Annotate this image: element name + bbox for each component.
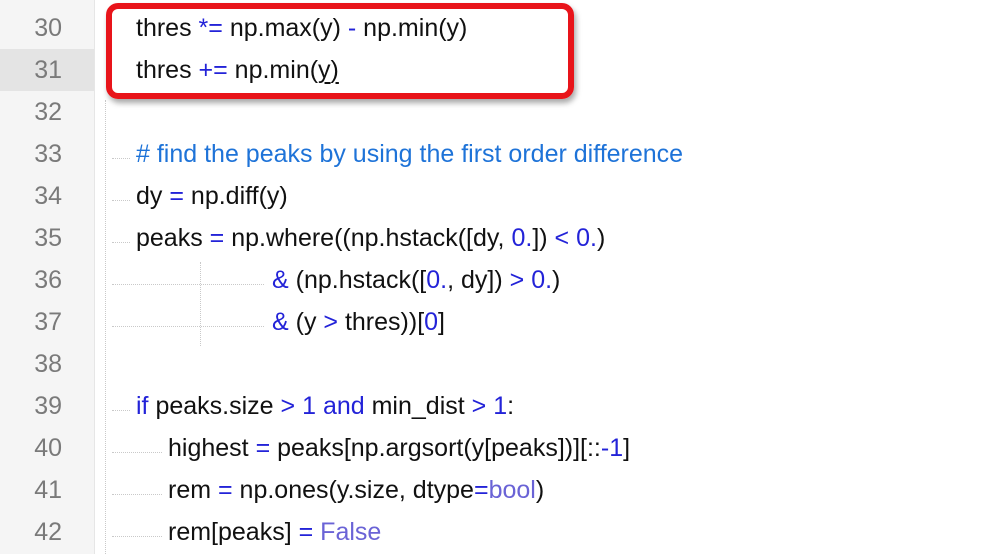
code-line-35[interactable]: 35 peaks = np.where((np.hstack([dy, 0.])… xyxy=(0,217,992,259)
code-line-32[interactable]: 32 xyxy=(0,91,992,133)
code-token: rem[peaks] xyxy=(168,518,299,546)
operator-token: = xyxy=(218,476,233,504)
code-text[interactable]: rem = np.ones(y.size, dtype=bool) xyxy=(168,469,544,511)
code-token: np.min(y) xyxy=(356,14,468,42)
line-number: 31 xyxy=(0,49,94,91)
line-number: 36 xyxy=(34,266,62,294)
line-number: 37 xyxy=(34,308,62,336)
code-editor: 30 thres *= np.max(y) - np.min(y) 31 thr… xyxy=(0,0,992,554)
code-text[interactable]: dy = np.diff(y) xyxy=(136,175,288,217)
code-token: peaks[np.argsort(y[peaks])][:: xyxy=(270,434,601,462)
code-token: np.where((np.hstack([dy, xyxy=(224,224,512,252)
line-number: 32 xyxy=(34,98,62,126)
operator-token: = xyxy=(298,518,314,546)
code-token: ) xyxy=(535,476,545,504)
line-number: 40 xyxy=(34,434,62,462)
keyword-token: and xyxy=(322,392,365,420)
line-number: 38 xyxy=(34,350,62,378)
line-number: 41 xyxy=(34,476,62,504)
number-token: 0. xyxy=(531,266,553,294)
code-token: ] xyxy=(623,434,631,462)
code-token: (np.hstack([ xyxy=(288,266,427,294)
code-text[interactable]: thres += np.min(y) xyxy=(136,49,339,91)
code-token: peaks xyxy=(136,224,210,252)
code-text[interactable]: peaks = np.where((np.hstack([dy, 0.]) < … xyxy=(136,217,605,259)
operator-token: += xyxy=(198,56,228,84)
code-token: np.ones(y.size, dtype xyxy=(232,476,474,504)
matched-token: y xyxy=(318,56,331,84)
code-token: ] xyxy=(438,308,445,336)
number-token: 0. xyxy=(426,266,448,294)
code-line-42[interactable]: 42 rem[peaks] = False xyxy=(0,511,992,553)
code-text[interactable]: & (y > thres))[0] xyxy=(272,301,445,343)
code-token: , dy]) xyxy=(447,266,510,294)
matched-bracket: ) xyxy=(330,56,339,84)
code-line-30[interactable]: 30 thres *= np.max(y) - np.min(y) xyxy=(0,7,992,49)
code-token: rem xyxy=(168,476,218,504)
code-line-41[interactable]: 41 rem = np.ones(y.size, dtype=bool) xyxy=(0,469,992,511)
operator-token: = xyxy=(169,182,184,210)
code-line-38[interactable]: 38 xyxy=(0,343,992,385)
code-token: ) xyxy=(552,266,561,294)
code-text[interactable]: thres *= np.max(y) - np.min(y) xyxy=(136,7,467,49)
code-text[interactable]: rem[peaks] = False xyxy=(168,511,381,553)
operator-token: & xyxy=(272,308,289,336)
number-token: 1 xyxy=(493,392,508,420)
builtin-token: bool xyxy=(488,476,536,504)
operator-token: > xyxy=(471,392,487,420)
line-number: 34 xyxy=(34,182,62,210)
number-token: 0 xyxy=(424,308,439,336)
number-token: 0. xyxy=(576,224,597,252)
builtin-token: False xyxy=(320,518,382,546)
number-token: 1 xyxy=(302,392,316,420)
code-token: : xyxy=(507,392,515,420)
code-token: dy xyxy=(136,182,170,210)
code-text[interactable]: highest = peaks[np.argsort(y[peaks])][::… xyxy=(168,427,630,469)
code-text[interactable]: & (np.hstack([0., dy]) > 0.) xyxy=(272,259,560,301)
code-line-33[interactable]: 33 # find the peaks by using the first o… xyxy=(0,133,992,175)
code-line-37[interactable]: 37 & (y > thres))[0] xyxy=(0,301,992,343)
keyword-token: if xyxy=(136,392,149,420)
operator-token: > xyxy=(280,392,296,420)
code-token: np.min( xyxy=(227,56,319,84)
line-number: 33 xyxy=(34,140,62,168)
line-number: 35 xyxy=(34,224,62,252)
code-token: highest xyxy=(168,434,256,462)
code-line-31[interactable]: 31 thres += np.min(y) xyxy=(0,49,992,91)
operator-token: > xyxy=(323,308,339,336)
operator-token: < xyxy=(554,224,570,252)
comment-text[interactable]: # find the peaks by using the first orde… xyxy=(136,133,683,175)
code-line-34[interactable]: 34 dy = np.diff(y) xyxy=(0,175,992,217)
operator-token: *= xyxy=(198,14,223,42)
code-token: (y xyxy=(288,308,324,336)
operator-token: = xyxy=(255,434,271,462)
operator-token: = xyxy=(209,224,225,252)
line-number: 39 xyxy=(34,392,62,420)
number-token: -1 xyxy=(600,434,624,462)
code-line-36[interactable]: 36 & (np.hstack([0., dy]) > 0.) xyxy=(0,259,992,301)
operator-token: & xyxy=(272,266,289,294)
code-token: np.diff(y) xyxy=(183,182,288,210)
code-token: min_dist xyxy=(364,392,472,420)
code-token: thres xyxy=(136,56,199,84)
code-token: thres))[ xyxy=(338,308,425,336)
operator-token: > xyxy=(509,266,525,294)
code-token: ]) xyxy=(532,224,555,252)
code-text[interactable]: if peaks.size > 1 and min_dist > 1: xyxy=(136,385,514,427)
code-line-39[interactable]: 39 if peaks.size > 1 and min_dist > 1: xyxy=(0,385,992,427)
code-token: thres xyxy=(136,14,199,42)
code-line-40[interactable]: 40 highest = peaks[np.argsort(y[peaks])]… xyxy=(0,427,992,469)
code-token: np.max(y) xyxy=(222,14,348,42)
number-token: 0. xyxy=(511,224,533,252)
operator-token: - xyxy=(347,14,357,42)
line-number: 42 xyxy=(34,518,62,546)
code-token: peaks.size xyxy=(148,392,281,420)
code-token: ) xyxy=(596,224,606,252)
operator-token: = xyxy=(473,476,489,504)
line-number: 30 xyxy=(34,14,62,42)
